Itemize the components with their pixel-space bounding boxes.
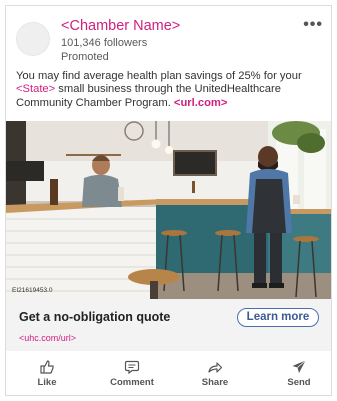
post-url-link[interactable]: <url.com> [174, 97, 227, 109]
ad-image[interactable]: EI21619453.0 [6, 121, 331, 299]
chamber-name-link[interactable]: <Chamber Name> [61, 18, 180, 34]
share-label: Share [201, 377, 229, 388]
cta-url: <uhc.com/url> [19, 333, 77, 343]
share-button[interactable]: Share [180, 359, 250, 388]
cta-title: Get a no-obligation quote [19, 310, 171, 324]
ad-post-card: <Chamber Name> 101,346 followers Promote… [5, 5, 332, 396]
cta-section[interactable]: Get a no-obligation quote <uhc.com/url> … [6, 299, 331, 351]
avatar[interactable] [16, 22, 50, 56]
send-label: Send [287, 377, 311, 388]
post-header: <Chamber Name> 101,346 followers Promote… [6, 6, 331, 68]
promoted-label: Promoted [61, 51, 109, 63]
cafe-scene-illustration [6, 121, 331, 299]
social-action-bar: Like Comment Share Send [6, 351, 331, 395]
like-button[interactable]: Like [12, 359, 82, 388]
stock-image-id: EI21619453.0 [12, 287, 53, 294]
follower-count: 101,346 followers [61, 37, 148, 49]
state-placeholder: <State> [16, 83, 56, 96]
body-text-part-1: You may find average health plan savings… [16, 70, 302, 82]
share-arrow-icon [180, 359, 250, 376]
like-label: Like [37, 377, 57, 388]
comment-button[interactable]: Comment [97, 359, 167, 388]
post-body-text: You may find average health plan savings… [16, 70, 328, 110]
comment-icon [97, 359, 167, 376]
send-paper-plane-icon [264, 359, 331, 376]
comment-label: Comment [110, 377, 154, 388]
more-options-icon[interactable]: ••• [303, 16, 323, 34]
learn-more-button[interactable]: Learn more [237, 308, 319, 327]
send-button[interactable]: Send [264, 359, 331, 388]
body-text-part-2: small business through the UnitedHealthc… [16, 83, 281, 109]
thumbs-up-icon [12, 359, 82, 376]
